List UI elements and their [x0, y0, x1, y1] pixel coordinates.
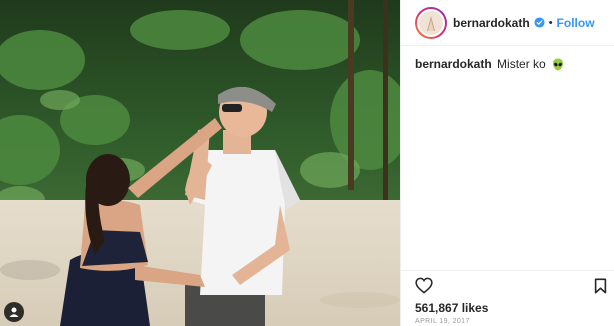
caption-text: Mister ko [497, 57, 546, 71]
post-date[interactable]: APRIL 19, 2017 [415, 318, 470, 325]
tagged-user-icon[interactable] [4, 302, 24, 322]
avatar[interactable] [415, 6, 447, 39]
beach-couple-photo [0, 0, 400, 326]
follow-button[interactable]: Follow [557, 16, 595, 30]
heart-icon[interactable] [415, 277, 433, 299]
post-photo[interactable] [0, 0, 400, 326]
actions-divider [401, 270, 614, 271]
caption-username[interactable]: bernardokath [415, 57, 492, 71]
post-side-panel: bernardokath • Follow bernardokath Miste… [400, 0, 614, 326]
likes-count[interactable]: 561,867 likes [415, 301, 488, 315]
post-header: bernardokath • Follow [401, 0, 614, 46]
post-caption: bernardokath Mister ko [415, 56, 564, 75]
instagram-post: bernardokath • Follow bernardokath Miste… [0, 0, 614, 326]
bookmark-icon[interactable] [594, 278, 607, 299]
header-username[interactable]: bernardokath [453, 16, 530, 30]
alien-emoji-icon [552, 58, 564, 75]
verified-badge-icon [534, 17, 545, 28]
header-separator: • [548, 16, 553, 29]
